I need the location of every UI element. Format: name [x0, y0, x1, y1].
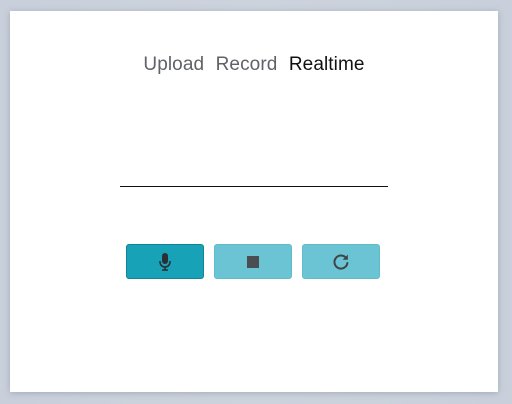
reset-button[interactable]: [302, 244, 380, 279]
tab-realtime[interactable]: Realtime: [289, 54, 365, 76]
tab-upload[interactable]: Upload: [143, 54, 204, 76]
recording-controls: [126, 244, 382, 282]
mode-tabs: Upload Record Realtime: [10, 54, 498, 76]
main-card: Upload Record Realtime: [10, 11, 498, 392]
refresh-icon: [331, 252, 351, 272]
stop-icon: [246, 255, 260, 269]
record-button[interactable]: [126, 244, 204, 279]
stop-button[interactable]: [214, 244, 292, 279]
transcript-line: [120, 186, 388, 187]
tab-record[interactable]: Record: [216, 54, 278, 76]
microphone-icon: [157, 252, 173, 272]
